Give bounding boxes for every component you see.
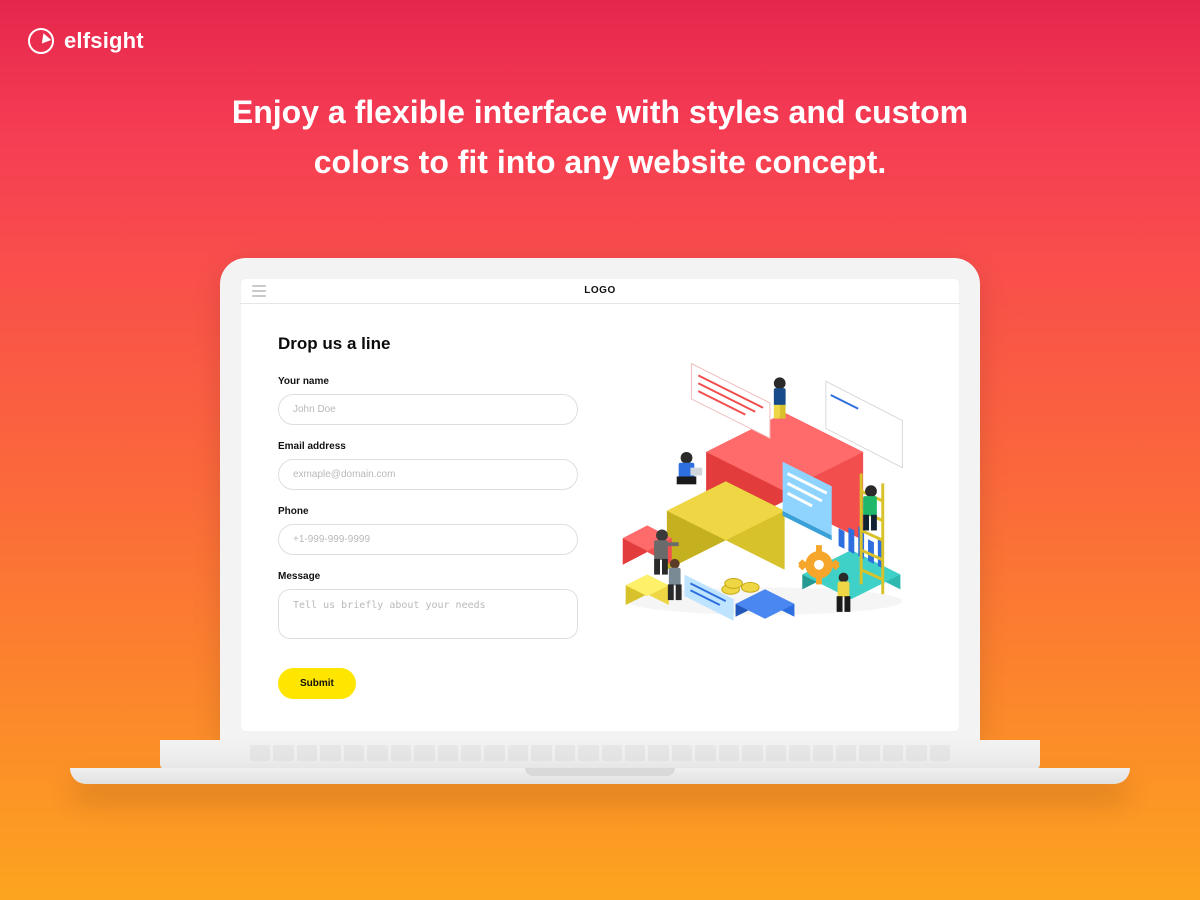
field-phone: Phone <box>278 506 578 555</box>
form-title: Drop us a line <box>278 334 578 354</box>
brand-logo: elfsight <box>28 28 144 54</box>
label-phone: Phone <box>278 506 578 517</box>
label-message: Message <box>278 571 578 582</box>
input-phone[interactable] <box>278 524 578 555</box>
contact-form: Drop us a line Your name Email address P… <box>278 334 578 708</box>
input-name[interactable] <box>278 394 578 425</box>
hamburger-icon[interactable] <box>252 285 266 297</box>
label-name: Your name <box>278 376 578 387</box>
site-header: LOGO <box>240 278 960 304</box>
field-email: Email address <box>278 441 578 490</box>
elfsight-icon <box>28 28 54 54</box>
laptop-notch <box>525 768 675 776</box>
laptop-base <box>70 740 1130 786</box>
input-email[interactable] <box>278 459 578 490</box>
page-headline: Enjoy a flexible interface with styles a… <box>190 88 1010 187</box>
isometric-illustration-svg <box>608 344 922 638</box>
field-name: Your name <box>278 376 578 425</box>
field-message: Message <box>278 571 578 644</box>
site-logo: LOGO <box>584 285 615 296</box>
label-email: Email address <box>278 441 578 452</box>
laptop-screen-bezel: LOGO Drop us a line Your name Email addr… <box>220 258 980 742</box>
input-message[interactable] <box>278 589 578 639</box>
submit-button[interactable]: Submit <box>278 668 356 699</box>
hero-illustration <box>608 334 922 708</box>
site-body: Drop us a line Your name Email address P… <box>240 304 960 732</box>
embedded-website: LOGO Drop us a line Your name Email addr… <box>240 278 960 732</box>
laptop-keyboard <box>160 740 1040 770</box>
laptop-mockup: LOGO Drop us a line Your name Email addr… <box>220 258 980 786</box>
brand-name: elfsight <box>64 28 144 54</box>
